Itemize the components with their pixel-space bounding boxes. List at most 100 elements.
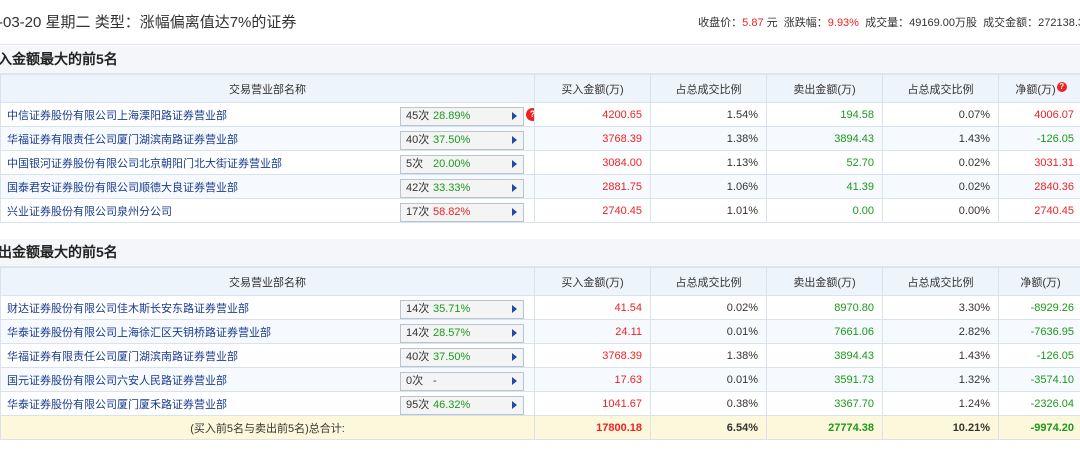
sell-ratio: 1.43% <box>882 126 999 151</box>
buy-amount: 41.54 <box>534 295 651 320</box>
sell-header-4: 占总成交比例 <box>882 267 999 296</box>
broker-name-link[interactable]: 国元证券股份有限公司六安人民路证券营业部 <box>7 372 397 388</box>
top-bar: -03-20 星期二 类型：涨幅偏离值达7%的证券 收盘价：5.87 元 涨跌幅… <box>0 0 1080 45</box>
close-price-label: 收盘价： <box>698 17 743 29</box>
trade-count: 42次 <box>406 182 430 194</box>
trade-count-button[interactable]: 95次 46.32% <box>400 396 524 415</box>
trade-count-box[interactable]: 17次 58.82% <box>400 202 524 222</box>
trade-count-button[interactable]: 45次28.89%? <box>400 107 534 126</box>
buy-ratio: 1.06% <box>650 174 767 199</box>
trade-count-box[interactable]: 0次 - <box>400 371 524 391</box>
total-buy-ratio: 6.54% <box>650 415 767 440</box>
trade-count-button[interactable]: 40次 37.50% <box>400 131 524 150</box>
sell-amount: 3591.73 <box>766 367 883 392</box>
sell-amount: 7661.06 <box>766 319 883 344</box>
buy-section-title: 入金额最大的前5名 <box>0 46 1080 74</box>
broker-name-link[interactable]: 华泰证券股份有限公司上海徐汇区天钥桥路证券营业部 <box>7 324 397 340</box>
win-rate: 28.89% <box>433 110 471 122</box>
trade-count-box[interactable]: 14次 35.71% <box>400 299 524 319</box>
trade-count-button[interactable]: 14次 28.57% <box>400 324 524 343</box>
broker-cell: 中信证券股份有限公司上海溧阳路证券营业部45次28.89%? <box>0 102 535 127</box>
win-rate: 28.57% <box>433 327 471 339</box>
buy-header-4: 占总成交比例 <box>882 74 999 103</box>
broker-name-link[interactable]: 华福证券有限责任公司厦门湖滨南路证券营业部 <box>7 348 397 364</box>
broker-name-link[interactable]: 中国银河证券股份有限公司北京朝阳门北大街证券营业部 <box>7 155 397 171</box>
trade-count-box[interactable]: 14次 28.57% <box>400 323 524 343</box>
sell-table: 交易营业部名称 买入金额(万) 占总成交比例 卖出金额(万) 占总成交比例 净额(万) 财… <box>0 267 1080 440</box>
change-value: 9.93% <box>827 17 859 29</box>
broker-cell: 兴业证券股份有限公司泉州分公司 17次 58.82% <box>0 198 535 223</box>
play-arrow-icon[interactable] <box>512 305 517 313</box>
buy-ratio: 0.38% <box>650 391 767 416</box>
play-arrow-icon[interactable] <box>512 160 517 168</box>
sell-ratio: 1.43% <box>882 343 999 368</box>
broker-name-link[interactable]: 国泰君安证券股份有限公司顺德大良证券营业部 <box>7 179 397 195</box>
net-amount: 2740.45 <box>998 198 1080 223</box>
broker-name-link[interactable]: 华泰证券股份有限公司厦门厦禾路证券营业部 <box>7 396 397 412</box>
sell-ratio: 0.07% <box>882 102 999 127</box>
play-arrow-icon[interactable] <box>512 401 517 409</box>
broker-cell: 华泰证券股份有限公司厦门厦禾路证券营业部 95次 46.32% <box>0 391 535 416</box>
trade-count: 95次 <box>406 399 430 411</box>
buy-amount: 24.11 <box>534 319 651 344</box>
sell-ratio: 0.00% <box>882 198 999 223</box>
net-amount: -7636.95 <box>998 319 1080 344</box>
buy-amount: 2881.75 <box>534 174 651 199</box>
trade-count-button[interactable]: 5次 20.00% <box>400 155 524 174</box>
play-arrow-icon[interactable] <box>512 136 517 144</box>
total-net: -9974.20 <box>998 415 1080 440</box>
trade-count-box[interactable]: 40次 37.50% <box>400 130 524 150</box>
net-amount: -3574.10 <box>998 367 1080 392</box>
win-rate: 37.50% <box>433 134 471 146</box>
trade-count-box[interactable]: 95次 46.32% <box>400 395 524 415</box>
broker-cell: 国泰君安证券股份有限公司顺德大良证券营业部 42次 33.33% <box>0 174 535 199</box>
trade-count-box[interactable]: 40次 37.50% <box>400 347 524 367</box>
buy-ratio: 1.38% <box>650 126 767 151</box>
buy-amount: 3084.00 <box>534 150 651 175</box>
sell-header-5: 净额(万) <box>998 267 1080 296</box>
trade-count-button[interactable]: 14次 35.71% <box>400 300 524 319</box>
net-amount: -8929.26 <box>998 295 1080 320</box>
sell-header-1: 买入金额(万) <box>534 267 651 296</box>
win-rate: 20.00% <box>433 158 471 170</box>
trade-count-box[interactable]: 42次 33.33% <box>400 178 524 198</box>
broker-cell: 中国银河证券股份有限公司北京朝阳门北大街证券营业部 5次 20.00% <box>0 150 535 175</box>
trade-count: 40次 <box>406 351 430 363</box>
play-arrow-icon[interactable] <box>512 208 517 216</box>
play-arrow-icon[interactable] <box>512 329 517 337</box>
trade-count-button[interactable]: 0次 - <box>400 372 524 391</box>
table-row: 兴业证券股份有限公司泉州分公司 17次 58.82% 2740.45 1.01% 0.00… <box>0 198 1080 223</box>
trade-count-box[interactable]: 5次 20.00% <box>400 154 524 174</box>
trade-count-button[interactable]: 17次 58.82% <box>400 203 524 222</box>
trade-count: 17次 <box>406 206 430 218</box>
broker-cell: 华福证券有限责任公司厦门湖滨南路证券营业部 40次 37.50% <box>0 126 535 151</box>
sell-ratio: 0.02% <box>882 174 999 199</box>
buy-ratio: 0.01% <box>650 319 767 344</box>
broker-name-link[interactable]: 财达证券股份有限公司佳木斯长安东路证券营业部 <box>7 300 397 316</box>
sell-table-body: 财达证券股份有限公司佳木斯长安东路证券营业部 14次 35.71% 41.54 0.02… <box>0 295 1080 440</box>
table-row: 华福证券有限责任公司厦门湖滨南路证券营业部 40次 37.50% 3768.39 1.3… <box>0 343 1080 368</box>
broker-name-link[interactable]: 中信证券股份有限公司上海溧阳路证券营业部 <box>7 107 397 123</box>
play-arrow-icon[interactable] <box>512 377 517 385</box>
buy-amount: 4200.65 <box>534 102 651 127</box>
play-arrow-icon[interactable] <box>512 112 517 120</box>
win-rate: - <box>433 375 437 387</box>
net-amount: 2840.36 <box>998 174 1080 199</box>
total-buy: 17800.18 <box>534 415 651 440</box>
broker-cell: 华福证券有限责任公司厦门湖滨南路证券营业部 40次 37.50% <box>0 343 535 368</box>
trade-count-button[interactable]: 42次 33.33% <box>400 179 524 198</box>
broker-name-link[interactable]: 华福证券有限责任公司厦门湖滨南路证券营业部 <box>7 131 397 147</box>
question-icon[interactable]: ? <box>526 108 534 121</box>
trade-count-box[interactable]: 45次28.89%? <box>400 106 534 126</box>
table-row: 国元证券股份有限公司六安人民路证券营业部 0次 -17.63 0.01% 3591.73… <box>0 367 1080 392</box>
sell-amount: 3894.43 <box>766 343 883 368</box>
win-rate: 35.71% <box>433 303 471 315</box>
trade-count-button[interactable]: 40次 37.50% <box>400 348 524 367</box>
question-icon[interactable]: ? <box>1056 81 1067 92</box>
buy-amount: 1041.67 <box>534 391 651 416</box>
play-arrow-icon[interactable] <box>512 184 517 192</box>
play-arrow-icon[interactable] <box>512 353 517 361</box>
amount-text: 成交金额：272138.3 <box>983 17 1080 29</box>
sell-ratio: 1.24% <box>882 391 999 416</box>
broker-name-link[interactable]: 兴业证券股份有限公司泉州分公司 <box>7 203 397 219</box>
